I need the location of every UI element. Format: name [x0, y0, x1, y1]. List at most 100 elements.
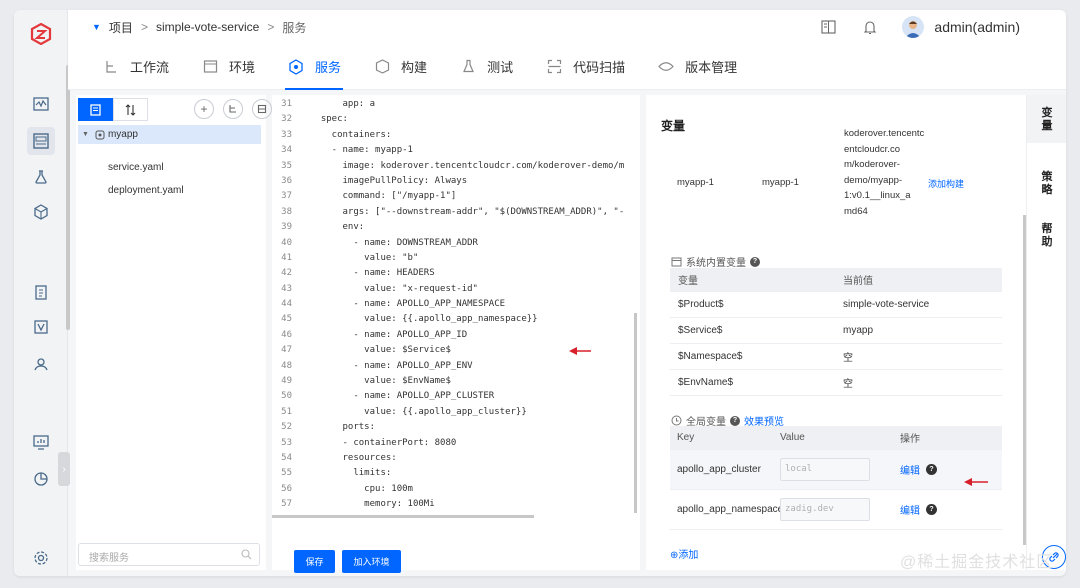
image-line: koderover.tencentc [844, 128, 925, 139]
column-header: Key [677, 432, 695, 443]
line-text: limits: [310, 468, 392, 479]
environment-icon [201, 58, 219, 76]
code-line[interactable]: 31 app: a [272, 97, 634, 112]
tab-version[interactable]: 版本管理 [641, 44, 753, 90]
tab-code-scan[interactable]: 代码扫描 [529, 44, 641, 90]
line-text: image: koderover.tencentcloudcr.com/kode… [310, 160, 625, 171]
breadcrumb-service[interactable]: simple-vote-service [156, 20, 259, 34]
tree-file-deployment-yaml[interactable]: deployment.yaml [108, 185, 184, 196]
nav-scrollbar[interactable] [66, 65, 70, 330]
code-line[interactable]: 54 resources: [272, 451, 634, 466]
yaml-editor[interactable]: 31 app: a 32 spec: 33 containers: 34 - name… [272, 95, 640, 573]
code-area[interactable]: 31 app: a 32 spec: 33 containers: 34 - name… [272, 97, 634, 517]
edit-link[interactable]: 编辑 [900, 502, 920, 517]
tab-help[interactable]: 帮助 [1027, 211, 1066, 261]
code-line[interactable]: 38 args: ["--downstream-addr", "$(DOWNST… [272, 205, 634, 220]
help-icon[interactable]: ? [926, 504, 937, 515]
tab-service[interactable]: 服务 [271, 44, 357, 90]
table-row: $Product$ simple-vote-service [670, 292, 1002, 318]
sort-button[interactable] [113, 98, 148, 121]
line-text: - name: APOLLO_APP_ENV [310, 360, 473, 371]
code-line[interactable]: 32 spec: [272, 112, 634, 127]
code-line[interactable]: 39 env: [272, 220, 634, 235]
edit-link[interactable]: 编辑 [900, 462, 920, 477]
tree-structure-icon[interactable] [223, 99, 243, 119]
pie-chart-icon[interactable] [27, 465, 55, 493]
search-service-input[interactable]: 搜索服务 [78, 543, 260, 566]
annotation-arrow-icon [964, 478, 988, 486]
code-line[interactable]: 52 ports: [272, 420, 634, 435]
breadcrumb-separator: > [267, 20, 275, 34]
users-icon[interactable] [27, 350, 55, 378]
code-line[interactable]: 53 - containerPort: 8080 [272, 436, 634, 451]
code-line[interactable]: 35 image: koderover.tencentcloudcr.com/k… [272, 159, 634, 174]
settings-gear-icon[interactable] [27, 544, 55, 572]
line-number: 53 [281, 437, 292, 448]
line-text: value: {{.apollo_app_cluster}} [310, 406, 527, 417]
add-icon[interactable]: + [194, 99, 214, 119]
module-tabs: 工作流 环境 服务 构建 测试 代码扫描 版本管理 [68, 44, 1066, 90]
tab-policy[interactable]: 策略 [1027, 159, 1066, 209]
help-icon[interactable]: ? [730, 415, 740, 426]
code-line[interactable]: 42 - name: HEADERS [272, 266, 634, 281]
line-number: 41 [281, 252, 292, 263]
project-icon[interactable] [27, 127, 55, 155]
tab-label: 测试 [487, 60, 514, 75]
code-line[interactable]: 37 command: ["/myapp-1"] [272, 189, 634, 204]
var-value-input[interactable]: zadig.dev [780, 498, 870, 521]
code-line[interactable]: 45 value: {{.apollo_app_namespace}} [272, 312, 634, 327]
bell-icon[interactable] [860, 17, 880, 37]
code-line[interactable]: 33 containers: [272, 128, 634, 143]
package-icon[interactable] [27, 198, 55, 226]
build-image: koderover.tencentc entcloudcr.co m/koder… [844, 126, 964, 219]
version-icon[interactable] [27, 313, 55, 341]
code-line[interactable]: 51 value: {{.apollo_app_cluster}} [272, 405, 634, 420]
file-view-button[interactable] [78, 98, 113, 121]
flask-icon[interactable] [27, 163, 55, 191]
code-line[interactable]: 48 - name: APOLLO_APP_ENV [272, 359, 634, 374]
collapse-nav-chevron-icon[interactable]: › [58, 452, 70, 486]
caret-down-icon[interactable]: ▼ [92, 22, 101, 32]
clipboard-icon[interactable] [27, 278, 55, 306]
code-line[interactable]: 55 limits: [272, 466, 634, 481]
tab-environment[interactable]: 环境 [185, 44, 271, 90]
tab-variables[interactable]: 变量 [1027, 95, 1066, 143]
line-text: env: [310, 222, 365, 233]
code-line[interactable]: 56 cpu: 100m [272, 482, 634, 497]
code-line[interactable]: 40 - name: DOWNSTREAM_ADDR [272, 236, 634, 251]
tab-test[interactable]: 测试 [443, 44, 529, 90]
var-value-input[interactable]: local [780, 458, 870, 481]
tree-file-service-yaml[interactable]: service.yaml [108, 162, 164, 173]
help-icon[interactable]: ? [926, 464, 937, 475]
search-icon[interactable] [241, 549, 252, 563]
zadig-logo[interactable] [30, 23, 52, 45]
code-line[interactable]: 57 memory: 100Mi [272, 497, 634, 512]
code-line[interactable]: 46 - name: APOLLO_APP_ID [272, 328, 634, 343]
monitor-icon[interactable] [27, 90, 55, 118]
breadcrumb-project[interactable]: 项目 [109, 19, 133, 36]
user-name[interactable]: admin(admin) [934, 19, 1020, 35]
avatar[interactable] [902, 16, 925, 38]
save-button[interactable]: 保存 [294, 550, 335, 573]
dashboard-icon[interactable] [27, 428, 55, 456]
code-line[interactable]: 41 value: "b" [272, 251, 634, 266]
editor-vertical-scrollbar[interactable] [634, 313, 637, 513]
add-build-link[interactable]: 添加构建 [928, 177, 964, 190]
tree-node-myapp[interactable]: ▼ myapp [78, 125, 261, 144]
join-environment-button[interactable]: 加入环境 [342, 550, 401, 573]
caret-down-icon[interactable]: ▼ [82, 131, 89, 138]
image-line: m/koderover- [844, 159, 900, 170]
docs-icon[interactable] [818, 17, 838, 37]
editor-horizontal-scrollbar[interactable] [272, 515, 534, 518]
code-line[interactable]: 50 - name: APOLLO_APP_CLUSTER [272, 389, 634, 404]
add-variable-link[interactable]: ⊕添加 [670, 546, 698, 561]
server-icon[interactable] [252, 99, 272, 119]
code-line[interactable]: 44 - name: APOLLO_APP_NAMESPACE [272, 297, 634, 312]
tab-workflow[interactable]: 工作流 [86, 44, 185, 90]
code-line[interactable]: 34 - name: myapp-1 [272, 143, 634, 158]
code-line[interactable]: 36 imagePullPolicy: Always [272, 174, 634, 189]
help-icon[interactable]: ? [750, 256, 760, 267]
code-line[interactable]: 43 value: "x-request-id" [272, 282, 634, 297]
tab-build[interactable]: 构建 [357, 44, 443, 90]
code-line[interactable]: 49 value: $EnvName$ [272, 374, 634, 389]
